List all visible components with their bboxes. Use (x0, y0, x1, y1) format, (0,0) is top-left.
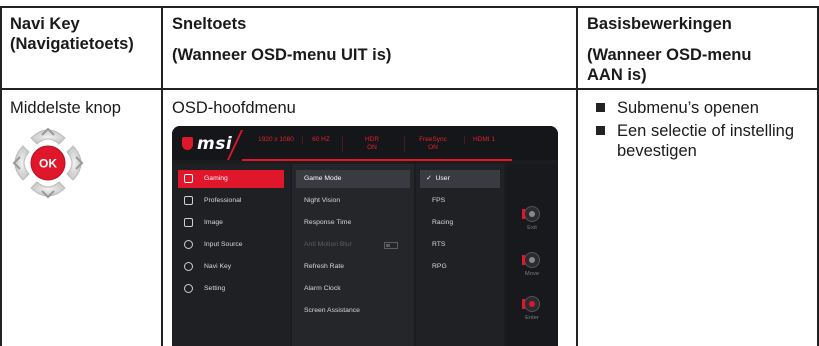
status-line: ON (428, 144, 438, 151)
header-basic-line3: AAN is) (587, 66, 647, 84)
status-hdr: HDR ON (342, 136, 401, 152)
table-left-border (0, 7, 2, 346)
osd-menu-item-image[interactable]: Image (178, 214, 284, 232)
osd-submenu-anti-motion-blur: Anti Motion Blur (296, 236, 410, 254)
osd-submenu-game-mode[interactable]: Game Mode (296, 170, 410, 188)
header-basic-line2: (Wanneer OSD-menu (587, 46, 752, 64)
osd-option-rts[interactable]: RTS (420, 236, 500, 254)
osd-red-underline (242, 159, 512, 161)
osd-submenu-refresh-rate[interactable]: Refresh Rate (296, 258, 410, 276)
status-freesync: FreeSync ON (404, 136, 461, 152)
menu-item-label: Navi Key (204, 263, 232, 270)
arrow-right-icon (66, 145, 84, 181)
osd-submenu-alarm-clock[interactable]: Alarm Clock (296, 280, 410, 298)
status-line: HDR (364, 136, 380, 143)
header-basic-line1: Basisbewerkingen (587, 15, 732, 33)
menu-item-label: Professional (204, 197, 242, 204)
middle-button-label: Middelste knop (10, 99, 121, 117)
toggle-switch (384, 242, 398, 249)
status-line: FreeSync (419, 136, 447, 143)
osd-menu-item-gaming[interactable]: Gaming (178, 170, 284, 188)
bullet-square-icon (596, 126, 605, 135)
option-label: User (435, 175, 450, 182)
status-line: 60 HZ (312, 136, 330, 143)
menu-item-label: Gaming (204, 175, 228, 182)
osd-options: ✓ User FPS Racing RTS RPG (416, 164, 504, 346)
menu-item-label: Input Source (204, 241, 243, 248)
osd-menu-item-setting[interactable]: Setting (178, 280, 284, 298)
osd-submenu-night-vision[interactable]: Night Vision (296, 192, 410, 210)
osd-option-fps[interactable]: FPS (420, 192, 500, 210)
move-label: Move (524, 271, 540, 277)
msi-dragon-shield-icon (182, 137, 193, 150)
osd-menu-item-professional[interactable]: Professional (178, 192, 284, 210)
header-divider (0, 88, 819, 90)
osd-submenu-screen-assistance[interactable]: Screen Assistance (296, 302, 410, 320)
status-line: HDMI 1 (472, 136, 496, 143)
osd-main-menu-screen: msi 1920 x 1080 60 HZ HDR ON FreeSync ON H… (172, 126, 558, 346)
status-line: ON (367, 144, 377, 151)
enter-button-icon (522, 296, 540, 312)
list-item: Submenu’s openen (593, 98, 813, 118)
osd-button-guide: Exit Move Enter (506, 164, 558, 346)
column-divider-2 (576, 7, 578, 346)
list-item: Een selectie of instelling bevestigen (593, 121, 813, 161)
osd-main-menu-label: OSD-hoofdmenu (172, 99, 296, 117)
osd-status-bar: msi 1920 x 1080 60 HZ HDR ON FreeSync ON H… (172, 126, 558, 161)
star-icon (184, 196, 193, 205)
arrow-up-icon (30, 127, 66, 145)
status-input: HDMI 1 (464, 136, 503, 144)
enter-label: Enter (525, 315, 539, 321)
navi-key-icon (184, 262, 193, 271)
osd-submenu: Game Mode Night Vision Response Time Ant… (292, 164, 414, 346)
status-line: 1920 x 1080 (258, 136, 294, 143)
exit-button-icon (522, 206, 540, 222)
operations-list: Submenu’s openen Een selectie of instell… (593, 98, 813, 164)
navi-key-icon: OK (9, 124, 87, 202)
check-icon: ✓ (426, 175, 432, 182)
header-navi-key: Navi Key (Navigatietoets) (10, 14, 134, 54)
header-basic-operations: Basisbewerkingen (Wanneer OSD-menu AAN i… (587, 14, 751, 85)
msi-brand-text: msi (197, 134, 233, 154)
header-hotkey-line1: Sneltoets (172, 15, 247, 33)
arrow-down-icon (30, 181, 66, 199)
status-resolution: 1920 x 1080 (254, 136, 298, 144)
osd-main-menu: Gaming Professional Image Input Source N… (172, 164, 290, 346)
column-divider-1 (161, 7, 163, 346)
osd-menu-item-navi-key[interactable]: Navi Key (178, 258, 284, 276)
ok-label: OK (39, 157, 57, 171)
menu-item-label: Image (204, 219, 223, 226)
osd-option-rpg[interactable]: RPG (420, 258, 500, 276)
osd-option-racing[interactable]: Racing (420, 214, 500, 232)
image-icon (184, 218, 193, 227)
move-button-icon (522, 252, 540, 268)
gear-icon (184, 284, 193, 293)
osd-submenu-response-time[interactable]: Response Time (296, 214, 410, 232)
submenu-label: Anti Motion Blur (304, 241, 352, 248)
header-hotkey: Sneltoets (Wanneer OSD-menu UIT is) (172, 14, 391, 65)
key-function-table: Navi Key (Navigatietoets) Sneltoets (Wan… (0, 0, 819, 346)
bullet-text: Submenu’s openen (617, 99, 759, 117)
osd-option-user[interactable]: ✓ User (420, 170, 500, 188)
bullet-text: Een selectie of instelling bevestigen (617, 122, 795, 160)
table-top-border (0, 6, 819, 8)
exit-label: Exit (527, 225, 537, 231)
menu-item-label: Setting (204, 285, 226, 292)
bullet-square-icon (596, 103, 605, 112)
header-navi-key-line2: (Navigatietoets) (10, 35, 134, 53)
osd-menu-item-input-source[interactable]: Input Source (178, 236, 284, 254)
header-navi-key-line1: Navi Key (10, 15, 80, 33)
arrow-left-icon (12, 145, 30, 181)
status-refresh: 60 HZ (302, 136, 339, 144)
gamepad-icon (184, 174, 193, 183)
input-icon (184, 240, 193, 249)
msi-logo: msi (182, 134, 232, 154)
header-hotkey-line2: (Wanneer OSD-menu UIT is) (172, 46, 392, 64)
